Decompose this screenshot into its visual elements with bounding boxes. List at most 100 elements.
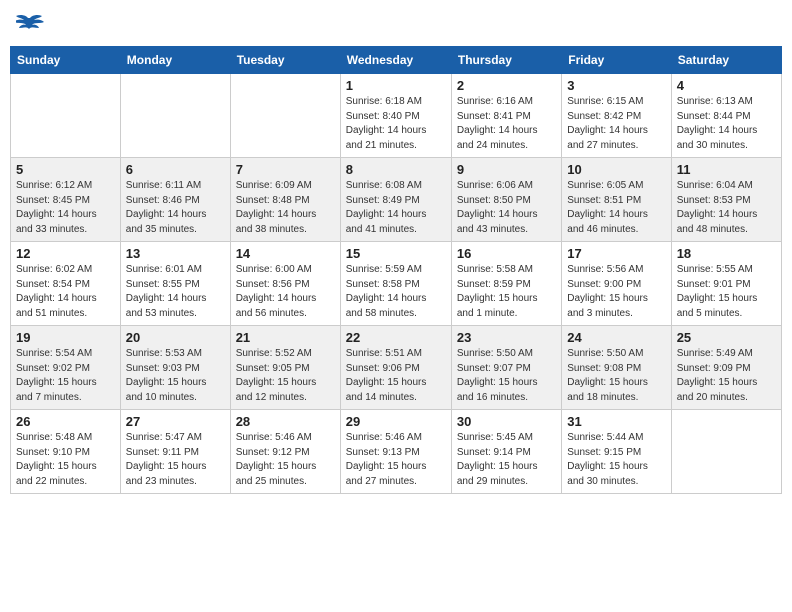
weekday-header-thursday: Thursday bbox=[451, 47, 561, 74]
calendar-week-row: 26 Sunrise: 5:48 AM Sunset: 9:10 PM Dayli… bbox=[11, 410, 782, 494]
day-info: Sunrise: 5:52 AM Sunset: 9:05 PM Dayligh… bbox=[236, 347, 335, 405]
day-number: 27 bbox=[126, 414, 225, 429]
day-info: Sunrise: 6:05 AM Sunset: 8:51 PM Dayligh… bbox=[567, 179, 665, 237]
day-info: Sunrise: 5:48 AM Sunset: 9:10 PM Dayligh… bbox=[16, 431, 115, 489]
weekday-header-sunday: Sunday bbox=[11, 47, 121, 74]
day-info: Sunrise: 5:50 AM Sunset: 9:08 PM Dayligh… bbox=[567, 347, 665, 405]
day-info: Sunrise: 6:04 AM Sunset: 8:53 PM Dayligh… bbox=[677, 179, 776, 237]
day-info: Sunrise: 5:45 AM Sunset: 9:14 PM Dayligh… bbox=[457, 431, 556, 489]
day-number: 10 bbox=[567, 162, 665, 177]
day-number: 5 bbox=[16, 162, 115, 177]
calendar-cell: 4Sunrise: 6:13 AM Sunset: 8:44 PM Daylig… bbox=[671, 74, 781, 158]
weekday-header-row: SundayMondayTuesdayWednesdayThursdayFrid… bbox=[11, 47, 782, 74]
day-info: Sunrise: 5:46 AM Sunset: 9:12 PM Dayligh… bbox=[236, 431, 335, 489]
weekday-header-wednesday: Wednesday bbox=[340, 47, 451, 74]
weekday-header-saturday: Saturday bbox=[671, 47, 781, 74]
calendar-cell: 3Sunrise: 6:15 AM Sunset: 8:42 PM Daylig… bbox=[562, 74, 671, 158]
calendar-cell: 27 Sunrise: 5:47 AM Sunset: 9:11 PM Dayli… bbox=[120, 410, 230, 494]
calendar-cell: 1 Sunrise: 6:18 AM Sunset: 8:40 PM Daylig… bbox=[340, 74, 451, 158]
day-number: 25 bbox=[677, 330, 776, 345]
calendar-cell: 23 Sunrise: 5:50 AM Sunset: 9:07 PM Dayli… bbox=[451, 326, 561, 410]
day-number: 11 bbox=[677, 162, 776, 177]
day-number: 20 bbox=[126, 330, 225, 345]
day-info: Sunrise: 6:02 AM Sunset: 8:54 PM Dayligh… bbox=[16, 263, 115, 321]
day-info: Sunrise: 5:54 AM Sunset: 9:02 PM Dayligh… bbox=[16, 347, 115, 405]
calendar-cell bbox=[11, 74, 121, 158]
calendar-cell bbox=[120, 74, 230, 158]
day-number: 24 bbox=[567, 330, 665, 345]
day-number: 23 bbox=[457, 330, 556, 345]
day-info: Sunrise: 5:58 AM Sunset: 8:59 PM Dayligh… bbox=[457, 263, 556, 321]
calendar-table: SundayMondayTuesdayWednesdayThursdayFrid… bbox=[10, 46, 782, 494]
calendar-cell: 31 Sunrise: 5:44 AM Sunset: 9:15 PM Dayli… bbox=[562, 410, 671, 494]
calendar-cell: 18Sunrise: 5:55 AM Sunset: 9:01 PM Dayli… bbox=[671, 242, 781, 326]
day-info: Sunrise: 5:51 AM Sunset: 9:06 PM Dayligh… bbox=[346, 347, 446, 405]
day-number: 29 bbox=[346, 414, 446, 429]
day-number: 17 bbox=[567, 246, 665, 261]
day-number: 22 bbox=[346, 330, 446, 345]
calendar-cell: 30 Sunrise: 5:45 AM Sunset: 9:14 PM Dayli… bbox=[451, 410, 561, 494]
weekday-header-friday: Friday bbox=[562, 47, 671, 74]
calendar-cell: 2 Sunrise: 6:16 AM Sunset: 8:41 PM Daylig… bbox=[451, 74, 561, 158]
day-number: 2 bbox=[457, 78, 556, 93]
calendar-week-row: 1 Sunrise: 6:18 AM Sunset: 8:40 PM Daylig… bbox=[11, 74, 782, 158]
calendar-cell: 7 Sunrise: 6:09 AM Sunset: 8:48 PM Daylig… bbox=[230, 158, 340, 242]
calendar-cell: 26 Sunrise: 5:48 AM Sunset: 9:10 PM Dayli… bbox=[11, 410, 121, 494]
day-info: Sunrise: 5:55 AM Sunset: 9:01 PM Dayligh… bbox=[677, 263, 776, 321]
day-number: 12 bbox=[16, 246, 115, 261]
day-info: Sunrise: 6:06 AM Sunset: 8:50 PM Dayligh… bbox=[457, 179, 556, 237]
day-info: Sunrise: 5:44 AM Sunset: 9:15 PM Dayligh… bbox=[567, 431, 665, 489]
calendar-week-row: 5Sunrise: 6:12 AM Sunset: 8:45 PM Daylig… bbox=[11, 158, 782, 242]
calendar-cell: 20 Sunrise: 5:53 AM Sunset: 9:03 PM Dayli… bbox=[120, 326, 230, 410]
calendar-cell bbox=[671, 410, 781, 494]
calendar-cell: 22 Sunrise: 5:51 AM Sunset: 9:06 PM Dayli… bbox=[340, 326, 451, 410]
calendar-cell: 15Sunrise: 5:59 AM Sunset: 8:58 PM Dayli… bbox=[340, 242, 451, 326]
day-number: 3 bbox=[567, 78, 665, 93]
day-number: 14 bbox=[236, 246, 335, 261]
day-number: 26 bbox=[16, 414, 115, 429]
day-info: Sunrise: 5:46 AM Sunset: 9:13 PM Dayligh… bbox=[346, 431, 446, 489]
day-info: Sunrise: 6:18 AM Sunset: 8:40 PM Dayligh… bbox=[346, 95, 446, 153]
calendar-cell: 14Sunrise: 6:00 AM Sunset: 8:56 PM Dayli… bbox=[230, 242, 340, 326]
calendar-cell: 12 Sunrise: 6:02 AM Sunset: 8:54 PM Dayli… bbox=[11, 242, 121, 326]
calendar-cell: 29 Sunrise: 5:46 AM Sunset: 9:13 PM Dayli… bbox=[340, 410, 451, 494]
calendar-week-row: 19 Sunrise: 5:54 AM Sunset: 9:02 PM Dayli… bbox=[11, 326, 782, 410]
calendar-cell: 25 Sunrise: 5:49 AM Sunset: 9:09 PM Dayli… bbox=[671, 326, 781, 410]
day-info: Sunrise: 6:11 AM Sunset: 8:46 PM Dayligh… bbox=[126, 179, 225, 237]
day-number: 19 bbox=[16, 330, 115, 345]
calendar-cell: 16 Sunrise: 5:58 AM Sunset: 8:59 PM Dayli… bbox=[451, 242, 561, 326]
day-info: Sunrise: 5:56 AM Sunset: 9:00 PM Dayligh… bbox=[567, 263, 665, 321]
logo-bird-icon bbox=[16, 14, 44, 42]
calendar-cell: 19 Sunrise: 5:54 AM Sunset: 9:02 PM Dayli… bbox=[11, 326, 121, 410]
calendar-cell: 5Sunrise: 6:12 AM Sunset: 8:45 PM Daylig… bbox=[11, 158, 121, 242]
weekday-header-tuesday: Tuesday bbox=[230, 47, 340, 74]
calendar-cell: 10 Sunrise: 6:05 AM Sunset: 8:51 PM Dayli… bbox=[562, 158, 671, 242]
page-header bbox=[10, 10, 782, 40]
day-number: 16 bbox=[457, 246, 556, 261]
calendar-cell bbox=[230, 74, 340, 158]
calendar-cell: 8Sunrise: 6:08 AM Sunset: 8:49 PM Daylig… bbox=[340, 158, 451, 242]
day-number: 30 bbox=[457, 414, 556, 429]
day-number: 6 bbox=[126, 162, 225, 177]
day-info: Sunrise: 6:09 AM Sunset: 8:48 PM Dayligh… bbox=[236, 179, 335, 237]
day-number: 28 bbox=[236, 414, 335, 429]
calendar-week-row: 12 Sunrise: 6:02 AM Sunset: 8:54 PM Dayli… bbox=[11, 242, 782, 326]
day-number: 7 bbox=[236, 162, 335, 177]
day-info: Sunrise: 6:16 AM Sunset: 8:41 PM Dayligh… bbox=[457, 95, 556, 153]
calendar-cell: 17 Sunrise: 5:56 AM Sunset: 9:00 PM Dayli… bbox=[562, 242, 671, 326]
day-info: Sunrise: 6:13 AM Sunset: 8:44 PM Dayligh… bbox=[677, 95, 776, 153]
logo bbox=[16, 14, 44, 36]
day-info: Sunrise: 6:08 AM Sunset: 8:49 PM Dayligh… bbox=[346, 179, 446, 237]
day-info: Sunrise: 6:01 AM Sunset: 8:55 PM Dayligh… bbox=[126, 263, 225, 321]
day-number: 1 bbox=[346, 78, 446, 93]
day-info: Sunrise: 5:49 AM Sunset: 9:09 PM Dayligh… bbox=[677, 347, 776, 405]
day-number: 9 bbox=[457, 162, 556, 177]
day-info: Sunrise: 5:53 AM Sunset: 9:03 PM Dayligh… bbox=[126, 347, 225, 405]
day-number: 31 bbox=[567, 414, 665, 429]
weekday-header-monday: Monday bbox=[120, 47, 230, 74]
calendar-cell: 11 Sunrise: 6:04 AM Sunset: 8:53 PM Dayli… bbox=[671, 158, 781, 242]
day-info: Sunrise: 5:47 AM Sunset: 9:11 PM Dayligh… bbox=[126, 431, 225, 489]
day-info: Sunrise: 5:59 AM Sunset: 8:58 PM Dayligh… bbox=[346, 263, 446, 321]
day-info: Sunrise: 5:50 AM Sunset: 9:07 PM Dayligh… bbox=[457, 347, 556, 405]
calendar-cell: 21Sunrise: 5:52 AM Sunset: 9:05 PM Dayli… bbox=[230, 326, 340, 410]
